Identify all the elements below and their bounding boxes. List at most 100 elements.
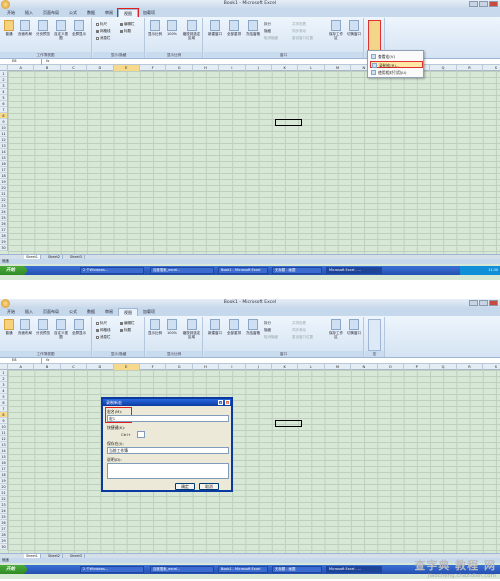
sync-scroll-button[interactable]: 同步滚动 (292, 29, 306, 34)
page-break-preview-button[interactable]: 分页预览 (36, 319, 50, 345)
taskbar-item-1[interactable]: 2 个Windows... (80, 566, 144, 573)
taskbar-item-1[interactable]: 2 个Windows... (80, 267, 144, 274)
switch-windows-button[interactable]: 切换窗口 (346, 20, 362, 46)
active-cell[interactable] (275, 420, 302, 427)
zoom-100-button[interactable]: 100% (165, 319, 179, 345)
unhide-button[interactable]: 取消隐藏 (264, 36, 278, 41)
tab-data[interactable]: 数据 (82, 308, 100, 316)
full-screen-button[interactable]: 全屏显示 (72, 20, 86, 46)
new-window-button[interactable]: 新建窗口 (206, 20, 224, 46)
close-button[interactable] (489, 1, 498, 7)
active-cell[interactable] (275, 119, 302, 126)
tab-formulas[interactable]: 公式 (64, 9, 82, 17)
cell-grid[interactable] (8, 370, 500, 553)
formula-bar-checkbox[interactable]: 编辑栏 (120, 321, 135, 326)
tab-review[interactable]: 审阅 (100, 9, 118, 17)
description-textarea[interactable] (107, 463, 229, 479)
zoom-button[interactable]: 显示比例 (148, 20, 162, 46)
hide-button[interactable]: 隐藏 (264, 328, 271, 333)
ruler-checkbox[interactable]: 标尺 (96, 321, 107, 326)
tab-home[interactable]: 开始 (2, 308, 20, 316)
message-bar-checkbox[interactable]: 消息栏 (96, 335, 111, 340)
taskbar-item-3[interactable]: Book1 - Microsoft Excel (218, 566, 268, 573)
taskbar-item-3[interactable]: Book1 - Microsoft Excel (218, 267, 268, 274)
tab-view[interactable]: 视图 (118, 308, 138, 316)
freeze-panes-button[interactable]: 冻结窗格 (244, 319, 262, 345)
page-layout-view-button[interactable]: 页面布局 (18, 20, 32, 46)
tab-data[interactable]: 数据 (82, 9, 100, 17)
help-button[interactable]: ? (218, 400, 223, 405)
minimize-button[interactable] (469, 1, 478, 7)
taskbar-item-2[interactable]: 百度搜索_excel... (150, 267, 214, 274)
fx-icon[interactable]: fx (46, 59, 49, 63)
tab-home[interactable]: 开始 (2, 9, 20, 17)
tab-view[interactable]: 视图 (117, 8, 139, 18)
row-header[interactable]: 30 (0, 544, 7, 550)
page-layout-view-button[interactable]: 页面布局 (18, 319, 32, 345)
menu-item-relative-refs[interactable]: 使用相对引用(U) (370, 69, 423, 76)
unhide-button[interactable]: 取消隐藏 (264, 335, 278, 340)
start-button[interactable]: 开始 (0, 565, 27, 574)
maximize-button[interactable] (479, 300, 488, 306)
arrange-all-button[interactable]: 全部重排 (225, 319, 243, 345)
new-window-button[interactable]: 新建窗口 (206, 319, 224, 345)
reset-position-button[interactable]: 重设窗口位置 (292, 335, 313, 340)
page-break-preview-button[interactable]: 分页预览 (36, 20, 50, 46)
taskbar-item-4[interactable]: 无标题 - 画图 (272, 566, 322, 573)
dialog-close-button[interactable]: X (225, 400, 230, 405)
save-workspace-button[interactable]: 保存工作区 (328, 319, 344, 345)
store-in-select[interactable]: 当前工作簿 (107, 447, 229, 454)
fx-icon[interactable]: fx (46, 358, 49, 362)
taskbar-item-2[interactable]: 百度搜索_excel... (150, 566, 214, 573)
split-button[interactable]: 拆分 (264, 22, 271, 27)
tab-insert[interactable]: 插入 (20, 9, 38, 17)
cell-grid[interactable] (8, 71, 500, 254)
macros-button[interactable] (368, 20, 381, 52)
zoom-100-button[interactable]: 100% (165, 20, 179, 46)
minimize-button[interactable] (469, 300, 478, 306)
taskbar-item-5[interactable]: Microsoft Excel - ... (326, 267, 382, 274)
tab-insert[interactable]: 插入 (20, 308, 38, 316)
tab-addins[interactable]: 加载项 (138, 9, 160, 17)
macro-name-input[interactable]: 宏1 (107, 415, 229, 422)
normal-view-button[interactable]: 普通 (2, 319, 16, 345)
start-button[interactable]: 开始 (0, 266, 27, 275)
side-by-side-button[interactable]: 并排查看 (292, 22, 306, 27)
tab-formulas[interactable]: 公式 (64, 308, 82, 316)
custom-views-button[interactable]: 自定义视图 (54, 20, 68, 46)
menu-item-view-macros[interactable]: 查看宏(V) (370, 53, 423, 60)
custom-views-button[interactable]: 自定义视图 (54, 319, 68, 345)
close-button[interactable] (489, 300, 498, 306)
arrange-all-button[interactable]: 全部重排 (225, 20, 243, 46)
ok-button[interactable]: 确定 (175, 483, 195, 490)
row-header[interactable]: 30 (0, 245, 7, 251)
tab-addins[interactable]: 加载项 (138, 308, 160, 316)
side-by-side-button[interactable]: 并排查看 (292, 321, 306, 326)
tab-page-layout[interactable]: 页面布局 (38, 308, 64, 316)
macros-button[interactable] (368, 319, 381, 351)
cancel-button[interactable]: 取消 (199, 483, 219, 490)
maximize-button[interactable] (479, 1, 488, 7)
taskbar-item-4[interactable]: 无标题 - 画图 (272, 267, 322, 274)
taskbar-item-5[interactable]: Microsoft Excel - ... (326, 566, 382, 573)
tab-review[interactable]: 审阅 (100, 308, 118, 316)
gridlines-checkbox[interactable]: 网格线 (96, 328, 111, 333)
formula-bar-checkbox[interactable]: 编辑栏 (120, 22, 135, 27)
ruler-checkbox[interactable]: 标尺 (96, 22, 107, 27)
menu-item-record-macro[interactable]: 录制宏(R)... (370, 61, 423, 68)
hide-button[interactable]: 隐藏 (264, 29, 271, 34)
reset-position-button[interactable]: 重设窗口位置 (292, 36, 313, 41)
split-button[interactable]: 拆分 (264, 321, 271, 326)
message-bar-checkbox[interactable]: 消息栏 (96, 36, 111, 41)
gridlines-checkbox[interactable]: 网格线 (96, 29, 111, 34)
full-screen-button[interactable]: 全屏显示 (72, 319, 86, 345)
headings-checkbox[interactable]: 标题 (120, 29, 131, 34)
sync-scroll-button[interactable]: 同步滚动 (292, 328, 306, 333)
zoom-selection-button[interactable]: 缩放到选定区域 (182, 20, 201, 46)
headings-checkbox[interactable]: 标题 (120, 328, 131, 333)
freeze-panes-button[interactable]: 冻结窗格 (244, 20, 262, 46)
normal-view-button[interactable]: 普通 (2, 20, 16, 46)
switch-windows-button[interactable]: 切换窗口 (346, 319, 362, 345)
shortcut-key-input[interactable] (137, 431, 145, 438)
tab-page-layout[interactable]: 页面布局 (38, 9, 64, 17)
